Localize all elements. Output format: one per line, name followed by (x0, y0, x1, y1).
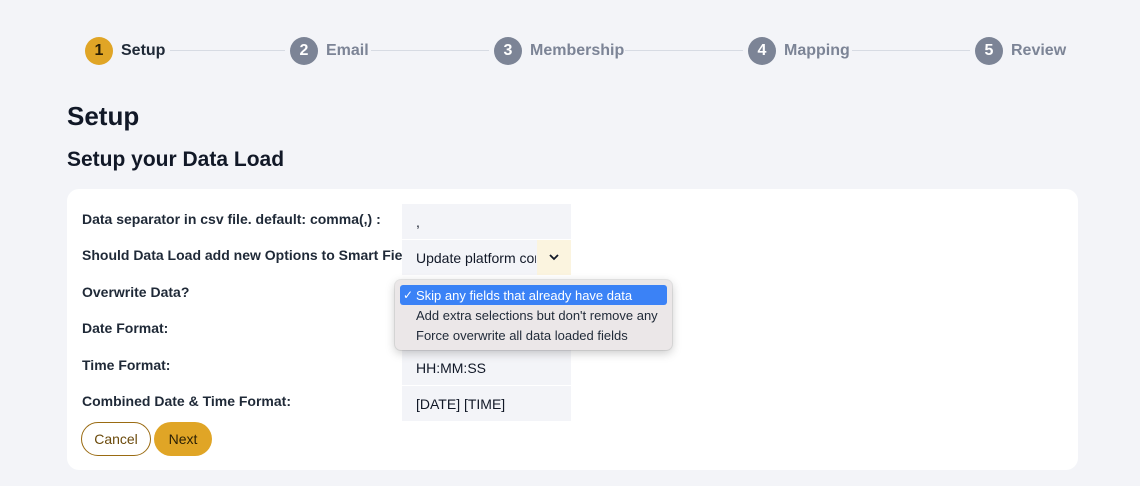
time-format-label: Time Format: (82, 357, 171, 373)
separator-label: Data separator in csv file. default: com… (82, 211, 381, 227)
menu-option-label: Add extra selections but don't remove an… (416, 307, 658, 323)
menu-option-skip[interactable]: ✓ Skip any fields that already have data (400, 285, 667, 305)
step-label: Mapping (784, 42, 850, 59)
step-number: 4 (748, 37, 776, 65)
step-label: Review (1011, 42, 1067, 59)
time-format-input[interactable]: HH:MM:SS (402, 350, 571, 385)
step-label: Setup (121, 42, 166, 59)
step-number: 1 (85, 37, 113, 65)
menu-option-label: Force overwrite all data loaded fields (416, 327, 628, 343)
overwrite-label: Overwrite Data? (82, 284, 190, 300)
date-format-label: Date Format: (82, 320, 169, 336)
separator-input[interactable]: , (402, 204, 571, 239)
step-setup[interactable]: 1 Setup (85, 36, 165, 66)
menu-option-add-extra[interactable]: Add extra selections but don't remove an… (400, 305, 667, 325)
step-membership[interactable]: 3 Membership (494, 36, 624, 66)
menu-option-force-overwrite[interactable]: Force overwrite all data loaded fields (400, 325, 667, 345)
section-title: Setup your Data Load (67, 148, 285, 171)
step-mapping[interactable]: 4 Mapping (748, 36, 850, 66)
step-number: 5 (975, 37, 1003, 65)
next-button[interactable]: Next (154, 422, 212, 456)
step-number: 2 (290, 37, 318, 65)
checkmark-icon: ✓ (403, 288, 414, 302)
step-connector (625, 50, 743, 51)
overwrite-options-menu: ✓ Skip any fields that already have data… (395, 280, 672, 350)
smart-fields-value: Update platform con (416, 249, 536, 266)
step-label: Email (326, 42, 369, 59)
step-connector (852, 50, 970, 51)
step-email[interactable]: 2 Email (290, 36, 369, 66)
smart-fields-select[interactable]: Update platform con (402, 240, 571, 275)
step-number: 3 (494, 37, 522, 65)
page-title: Setup (67, 101, 140, 131)
step-review[interactable]: 5 Review (975, 36, 1066, 66)
cancel-button[interactable]: Cancel (81, 422, 151, 456)
step-connector (371, 50, 489, 51)
menu-option-label: Skip any fields that already have data (416, 287, 633, 303)
progress-stepper: 1 Setup 2 Email 3 Membership 4 Mapping 5… (0, 36, 1140, 66)
step-label: Membership (530, 42, 625, 59)
step-connector (170, 50, 285, 51)
combined-format-input[interactable]: [DATE] [TIME] (402, 386, 571, 421)
smart-fields-label: Should Data Load add new Options to Smar… (82, 247, 432, 263)
chevron-down-icon[interactable] (537, 240, 571, 275)
combined-format-label: Combined Date & Time Format: (82, 393, 291, 409)
